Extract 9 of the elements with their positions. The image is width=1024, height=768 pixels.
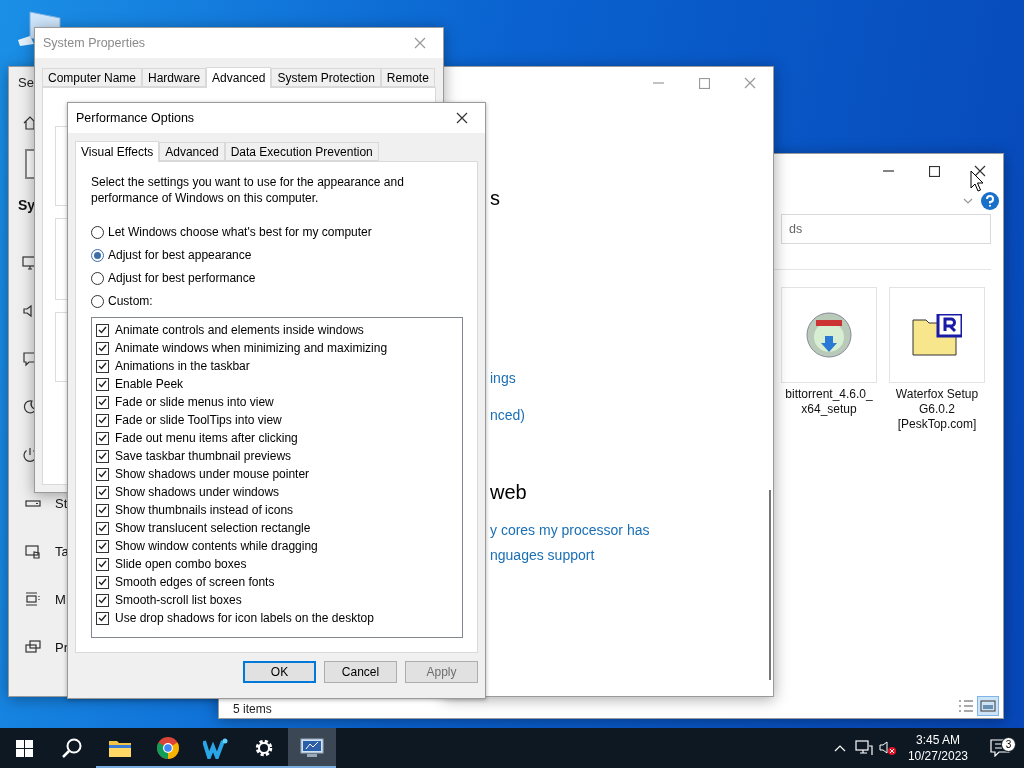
instructions-text: Select the settings you want to use for the appearance and performance of Windows on this computer.	[91, 174, 405, 206]
section-heading: web	[490, 481, 528, 504]
window-title: Performance Options	[76, 111, 196, 125]
notification-count: 3	[1001, 737, 1016, 752]
window-title: System Properties	[43, 36, 147, 50]
window-title: Se	[18, 75, 34, 92]
section-heading: s	[490, 187, 501, 210]
item-count: 5 items	[233, 702, 273, 716]
section-heading: Sy	[18, 197, 36, 213]
